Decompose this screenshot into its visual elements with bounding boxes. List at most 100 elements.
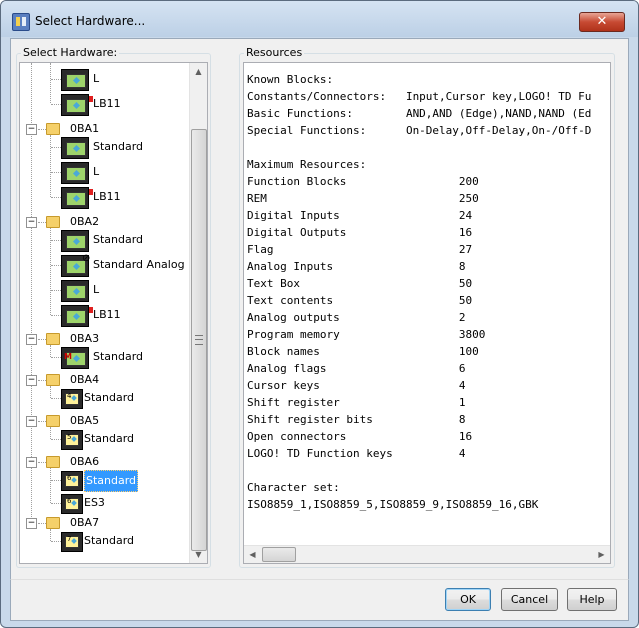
folder-icon [46, 374, 60, 386]
tree-item-label: Standard [93, 140, 144, 153]
resource-line: Text Box 50 [247, 277, 473, 290]
resource-line: Special Functions: On-Delay,Off-Delay,On… [247, 124, 592, 137]
resources-horizontal-scrollbar[interactable]: ◀ ▶ [244, 545, 610, 563]
resource-line: Block names 100 [247, 345, 479, 358]
cancel-button[interactable]: Cancel [501, 588, 558, 611]
tree-item-label: Standard [84, 432, 135, 445]
resource-line: Analog flags 6 [247, 362, 466, 375]
hardware-folder-0ba3[interactable]: − 0BA3 [20, 329, 188, 349]
hardware-folder-0ba2[interactable]: − 0BA2 [20, 212, 188, 232]
collapse-icon[interactable]: − [26, 217, 37, 228]
hardware-folder-0ba7[interactable]: − 0BA7 [20, 513, 188, 533]
tree-item-label: LB11 [93, 308, 121, 321]
scroll-right-arrow-icon[interactable]: ▶ [593, 546, 610, 563]
tree-connector [38, 523, 46, 524]
hardware-folder-0ba6[interactable]: − 0BA6 [20, 452, 188, 472]
hardware-tree-item[interactable]: 4 Standard [20, 388, 188, 409]
collapse-icon[interactable]: − [26, 416, 37, 427]
folder-icon [46, 123, 60, 135]
hardware-tree-item[interactable]: LB11 [20, 94, 188, 116]
hardware-tree-item[interactable]: L [20, 162, 188, 184]
folder-icon [46, 456, 60, 468]
folder-icon [46, 333, 60, 345]
hardware-folder-0ba1[interactable]: − 0BA1 [20, 119, 188, 139]
collapse-icon[interactable]: − [26, 375, 37, 386]
tree-connector [51, 541, 61, 542]
logo-module-icon: 6 [61, 494, 83, 514]
tree-connector [51, 240, 61, 241]
resource-line: Digital Inputs 24 [247, 209, 473, 222]
resource-line: Digital Outputs 16 [247, 226, 473, 239]
resource-line: Text contents 50 [247, 294, 473, 307]
logo-module-icon: 7 [61, 532, 83, 552]
close-button[interactable]: ✕ [579, 12, 625, 32]
hardware-tree-item[interactable]: 7 Standard [20, 531, 188, 552]
tree-connector [51, 480, 61, 481]
resource-line: Program memory 3800 [247, 328, 486, 341]
resource-line: Cursor keys 4 [247, 379, 466, 392]
tree-item-label: Standard [84, 534, 135, 547]
resource-line: Open connectors 16 [247, 430, 473, 443]
tree-connector [51, 265, 61, 266]
help-button[interactable]: Help [567, 588, 617, 611]
hardware-tree-item[interactable]: LB11 [20, 187, 188, 209]
h-scroll-thumb[interactable] [262, 547, 296, 562]
tree-connector [38, 222, 46, 223]
tree-connector [51, 197, 61, 198]
module-letter-icon: M [64, 352, 72, 361]
grip-icon [195, 335, 203, 345]
hardware-tree-item[interactable]: Standard [20, 230, 188, 252]
folder-icon [46, 415, 60, 427]
hardware-folder-0ba4[interactable]: − 0BA4 [20, 370, 188, 390]
folder-label: 0BA2 [70, 215, 100, 228]
tree-connector [51, 503, 61, 504]
hardware-tree-item[interactable]: M Standard [20, 347, 188, 369]
collapse-icon[interactable]: − [26, 334, 37, 345]
hardware-tree-item[interactable]: 6 Standard [20, 470, 188, 492]
module-number-icon: 6 [67, 474, 72, 482]
tree-connector [51, 104, 61, 105]
folder-label: 0BA6 [70, 455, 100, 468]
folder-label: 0BA3 [70, 332, 100, 345]
ok-button[interactable]: OK [445, 588, 491, 611]
tree-connector [51, 315, 61, 316]
tree-connector [51, 439, 61, 440]
hardware-tree-item[interactable]: 6 ES3 [20, 493, 188, 514]
collapse-icon[interactable]: − [26, 124, 37, 135]
scroll-up-arrow-icon[interactable]: ▲ [190, 63, 207, 80]
scroll-down-arrow-icon[interactable]: ▼ [190, 546, 207, 563]
collapse-icon[interactable]: − [26, 457, 37, 468]
hardware-tree-item[interactable]: L [20, 69, 188, 91]
resource-line: Known Blocks: [247, 73, 334, 86]
hardware-tree-item[interactable]: L [20, 280, 188, 302]
scroll-thumb[interactable] [191, 129, 207, 551]
resource-line [247, 139, 591, 156]
logo-module-icon: 5 [61, 430, 83, 450]
tree-vertical-scrollbar[interactable]: ▲ ▼ [189, 63, 207, 563]
collapse-icon[interactable]: − [26, 518, 37, 529]
tree-item-label: Standard Analog [93, 258, 185, 271]
tree-connector [51, 357, 61, 358]
module-number-icon: 6 [67, 497, 72, 505]
hardware-tree[interactable]: ▲ ▼ L LB11 − 0BA1 Standard L LB11 − 0BA2 Standard… [19, 62, 208, 564]
logo-module-icon [61, 162, 89, 184]
scroll-left-arrow-icon[interactable]: ◀ [244, 546, 261, 563]
tree-item-label: Standard [93, 233, 144, 246]
logo-module-icon: 6 [61, 471, 83, 491]
tree-connector [51, 398, 61, 399]
tree-connector [38, 462, 46, 463]
resource-line: Maximum Resources: [247, 158, 367, 171]
tree-connector [51, 290, 61, 291]
tree-item-label: L [93, 283, 100, 296]
hardware-tree-item[interactable]: ⊘ Standard Analog [20, 253, 188, 277]
hardware-tree-item[interactable]: LB11 [20, 305, 188, 327]
tree-item-label: Standard [93, 350, 144, 363]
hardware-tree-item[interactable]: Standard [20, 137, 188, 159]
hardware-tree-item[interactable]: 5 Standard [20, 429, 188, 450]
resources-textbox[interactable]: Known Blocks: Constants/Connectors: Input… [243, 62, 611, 564]
title-bar[interactable]: Select Hardware... ✕ [1, 1, 638, 37]
logo-module-icon [61, 137, 89, 159]
resources-text: Known Blocks: Constants/Connectors: Input… [247, 71, 591, 513]
tree-item-label: ES3 [84, 496, 105, 509]
hardware-folder-0ba5[interactable]: − 0BA5 [20, 411, 188, 431]
